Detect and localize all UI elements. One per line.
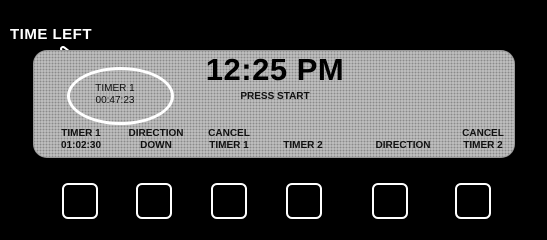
softkey-2-button[interactable] [136, 183, 172, 219]
softkey-4-button[interactable] [286, 183, 322, 219]
softkey-6-button[interactable] [455, 183, 491, 219]
softkey-label-timer1: TIMER 1 01:02:30 [41, 128, 121, 152]
softkey-label-line2: TIMER 1 [209, 140, 249, 151]
time-left-callout: TIME LEFT [10, 26, 92, 43]
softkey-label-direction: DIRECTION DOWN [116, 128, 196, 152]
timer1-status-name: TIMER 1 [95, 83, 135, 94]
softkey-label-line1 [263, 128, 343, 140]
softkey-label-line1: CANCEL [462, 128, 504, 139]
softkey-label-line2: 01:02:30 [60, 140, 102, 151]
softkey-label-cancel-timer2: CANCEL TIMER 2 [443, 128, 523, 152]
softkey-3-button[interactable] [211, 183, 247, 219]
timer1-status-time: 00:47:23 [95, 95, 135, 106]
softkey-label-line2: TIMER 2 [283, 140, 323, 151]
timer1-status: TIMER 1 00:47:23 [80, 83, 150, 107]
softkey-label-line1 [363, 128, 443, 140]
softkey-label-cancel-timer1: CANCEL TIMER 1 [189, 128, 269, 152]
clock: 12:25 PM [205, 52, 345, 87]
softkey-label-line2: DIRECTION [375, 140, 431, 151]
softkey-label-line1: CANCEL [208, 128, 250, 139]
softkey-label-direction2: DIRECTION [363, 128, 443, 152]
softkey-label-line1: DIRECTION [128, 128, 184, 139]
softkey-label-line2: DOWN [140, 140, 172, 151]
softkey-5-button[interactable] [372, 183, 408, 219]
softkey-label-line1: TIMER 1 [61, 128, 101, 139]
softkey-label-timer2: TIMER 2 [263, 128, 343, 152]
softkey-1-button[interactable] [62, 183, 98, 219]
softkey-label-line2: TIMER 2 [463, 140, 503, 151]
press-start-hint: PRESS START [240, 91, 310, 102]
